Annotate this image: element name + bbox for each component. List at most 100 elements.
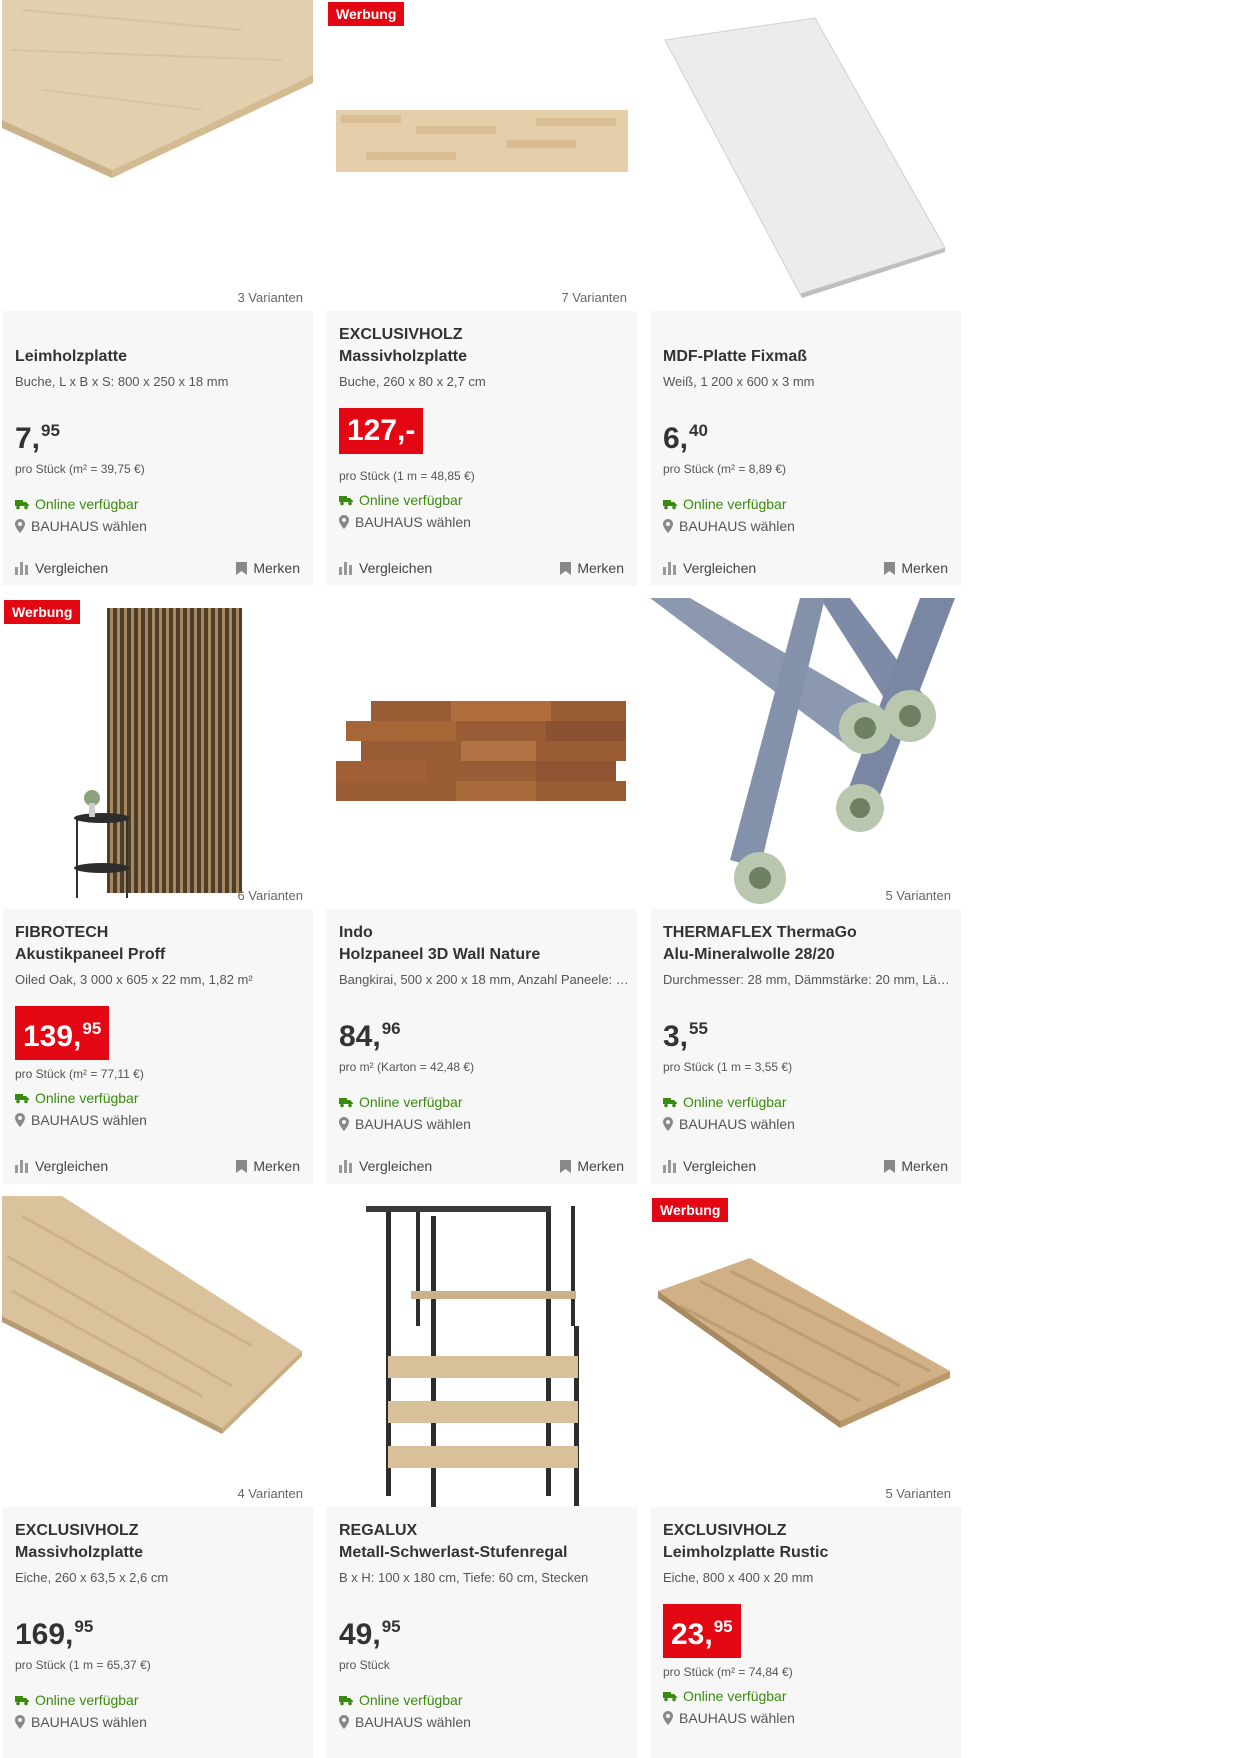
product-title[interactable]: Metall-Schwerlast-Stufenregal <box>339 1544 568 1562</box>
online-availability: Online verfügbar <box>15 1090 139 1106</box>
price-main: 6, <box>663 422 689 455</box>
store-select-link[interactable]: BAUHAUS wählen <box>339 1116 471 1132</box>
remember-button[interactable]: Merken <box>884 560 948 576</box>
product-image[interactable] <box>650 1196 961 1507</box>
product-image[interactable] <box>326 598 637 909</box>
price-cents: 95 <box>41 421 60 440</box>
store-label: BAUHAUS wählen <box>31 1112 147 1128</box>
product-image[interactable] <box>2 598 313 909</box>
store-select-link[interactable]: BAUHAUS wählen <box>663 518 795 534</box>
product-card[interactable]: Indo Holzpaneel 3D Wall Nature Bangkirai, … <box>326 598 637 1184</box>
truck-icon <box>339 1096 353 1108</box>
product-image[interactable] <box>650 0 961 311</box>
truck-icon <box>339 1694 353 1706</box>
compare-label: Vergleichen <box>35 560 109 576</box>
product-title[interactable]: Leimholzplatte Rustic <box>663 1544 828 1562</box>
product-description: Buche, 260 x 80 x 2,7 cm <box>339 374 486 389</box>
compare-button[interactable]: Vergleichen <box>663 1158 756 1174</box>
product-price: 139,95 <box>15 1006 110 1060</box>
card-actions: Vergleichen Merken <box>15 1158 300 1174</box>
product-card[interactable]: 5 Varianten THERMAFLEX ThermaGo Alu-Minera… <box>650 598 961 1184</box>
compare-button[interactable]: Vergleichen <box>339 560 432 576</box>
card-actions: Vergleichen Merken <box>663 560 948 576</box>
store-select-link[interactable]: BAUHAUS wählen <box>15 1714 147 1730</box>
bookmark-icon <box>560 561 572 575</box>
location-pin-icon <box>15 1715 25 1729</box>
product-card[interactable]: MDF-Platte Fixmaß Weiß, 1 200 x 600 x 3 m… <box>650 0 961 586</box>
online-availability: Online verfügbar <box>15 1692 139 1708</box>
remember-button[interactable]: Merken <box>560 560 624 576</box>
variants-count: 5 Varianten <box>885 1486 951 1501</box>
product-title[interactable]: MDF-Platte Fixmaß <box>663 348 807 366</box>
product-description: Buche, L x B x S: 800 x 250 x 18 mm <box>15 374 229 389</box>
store-select-link[interactable]: BAUHAUS wählen <box>663 1116 795 1132</box>
product-card[interactable]: Werbung 6 Varianten FIBROTECH Akustikpaneel… <box>2 598 313 1184</box>
store-select-link[interactable]: BAUHAUS wählen <box>15 518 147 534</box>
price-cents: 55 <box>689 1019 708 1038</box>
store-label: BAUHAUS wählen <box>31 518 147 534</box>
card-actions: Vergleichen Merken <box>339 560 624 576</box>
product-card[interactable]: Werbung 7 Varianten EXCLUSIVHOLZ Massivholz… <box>326 0 637 586</box>
price-cents: 95 <box>82 1019 102 1038</box>
store-label: BAUHAUS wählen <box>355 1714 471 1730</box>
product-price: 84,96 <box>339 1012 401 1054</box>
product-price: 7,95 <box>15 414 60 456</box>
product-image[interactable] <box>326 1196 637 1507</box>
product-title[interactable]: Massivholzplatte <box>339 348 467 366</box>
product-title[interactable]: Leimholzplatte <box>15 348 127 366</box>
compare-button[interactable]: Vergleichen <box>15 1158 108 1174</box>
online-label: Online verfügbar <box>35 496 139 512</box>
product-card[interactable]: 3 Varianten Leimholzplatte Buche, L x B x … <box>2 0 313 586</box>
remember-label: Merken <box>253 1158 300 1174</box>
product-brand: EXCLUSIVHOLZ <box>15 1522 139 1539</box>
compare-bars-icon <box>15 1159 29 1173</box>
product-title[interactable]: Massivholzplatte <box>15 1544 143 1562</box>
remember-label: Merken <box>901 560 948 576</box>
product-brand: EXCLUSIVHOLZ <box>339 326 463 343</box>
online-label: Online verfügbar <box>35 1692 139 1708</box>
online-label: Online verfügbar <box>359 492 463 508</box>
product-title[interactable]: Alu-Mineralwolle 28/20 <box>663 946 835 964</box>
compare-button[interactable]: Vergleichen <box>339 1158 432 1174</box>
compare-button[interactable]: Vergleichen <box>663 560 756 576</box>
ad-badge: Werbung <box>4 600 81 624</box>
bookmark-icon <box>884 561 896 575</box>
product-description: Bangkirai, 500 x 200 x 18 mm, Anzahl Pan… <box>339 972 629 987</box>
remember-button[interactable]: Merken <box>884 1158 948 1174</box>
compare-button[interactable]: Vergleichen <box>15 560 108 576</box>
product-card[interactable]: Werbung 5 Varianten EXCLUSIVHOLZ Leimholzpl… <box>650 1196 961 1758</box>
variants-count: 5 Varianten <box>885 888 951 903</box>
unit-price: pro Stück (m² = 77,11 €) <box>15 1067 144 1081</box>
online-label: Online verfügbar <box>359 1094 463 1110</box>
price-main: 23, <box>671 1618 713 1651</box>
unit-price: pro Stück <box>339 1658 390 1672</box>
product-description: Oiled Oak, 3 000 x 605 x 22 mm, 1,82 m² <box>15 972 253 987</box>
remember-button[interactable]: Merken <box>236 1158 300 1174</box>
online-availability: Online verfügbar <box>339 1094 463 1110</box>
store-select-link[interactable]: BAUHAUS wählen <box>339 514 471 530</box>
location-pin-icon <box>339 1117 349 1131</box>
product-card[interactable]: 4 Varianten EXCLUSIVHOLZ Massivholzplatte E… <box>2 1196 313 1758</box>
product-image[interactable] <box>2 1196 313 1507</box>
product-title[interactable]: Akustikpaneel Proff <box>15 946 165 964</box>
store-label: BAUHAUS wählen <box>31 1714 147 1730</box>
product-brand: FIBROTECH <box>15 924 109 941</box>
product-image[interactable] <box>2 0 313 311</box>
store-select-link[interactable]: BAUHAUS wählen <box>15 1112 147 1128</box>
product-image[interactable] <box>650 598 961 909</box>
remember-button[interactable]: Merken <box>236 560 300 576</box>
product-image[interactable] <box>326 0 637 311</box>
location-pin-icon <box>15 519 25 533</box>
price-cents: 40 <box>689 421 708 440</box>
product-card[interactable]: REGALUX Metall-Schwerlast-Stufenregal B x … <box>326 1196 637 1758</box>
store-label: BAUHAUS wählen <box>679 518 795 534</box>
bookmark-icon <box>236 561 248 575</box>
store-select-link[interactable]: BAUHAUS wählen <box>339 1714 471 1730</box>
product-title[interactable]: Holzpaneel 3D Wall Nature <box>339 946 540 964</box>
bookmark-icon <box>884 1159 896 1173</box>
remember-button[interactable]: Merken <box>560 1158 624 1174</box>
unit-price: pro Stück (m² = 74,84 €) <box>663 1665 793 1679</box>
price-main: 127,- <box>347 414 416 447</box>
variants-count: 3 Varianten <box>237 290 303 305</box>
store-select-link[interactable]: BAUHAUS wählen <box>663 1710 795 1726</box>
